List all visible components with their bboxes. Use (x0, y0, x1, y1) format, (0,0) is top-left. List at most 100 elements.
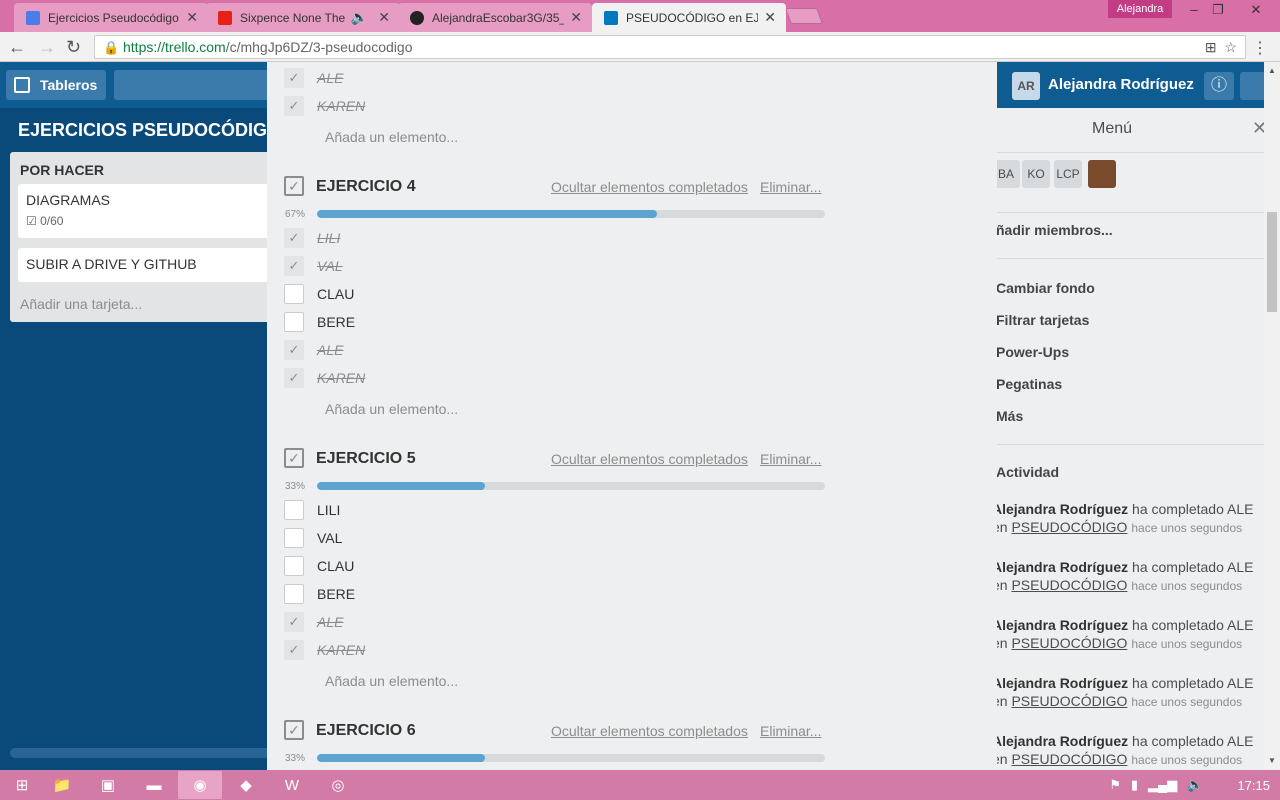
terminal-icon[interactable]: ▬ (132, 771, 176, 799)
flag-icon[interactable]: ⚑ (1109, 777, 1121, 793)
windows-start-icon[interactable]: ⊞ (0, 771, 44, 799)
delete-checklist-link[interactable]: Eliminar... (760, 451, 821, 467)
activity-user[interactable]: Alejandra Rodríguez (992, 501, 1128, 517)
member-photo-avatar[interactable] (1088, 160, 1116, 188)
activity-user[interactable]: Alejandra Rodríguez (992, 675, 1128, 691)
url-field[interactable]: 🔒 https://trello.com/c/mhgJp6DZ/3-pseudo… (94, 35, 1246, 59)
member-avatar[interactable]: LCP (1054, 160, 1082, 188)
add-card-button[interactable]: Añadir una tarjeta... (20, 296, 142, 312)
browser-tab-trello[interactable]: PSEUDOCÓDIGO en EJE ✕ (592, 3, 786, 32)
checkbox-icon[interactable] (284, 500, 304, 520)
list-title[interactable]: POR HACER (20, 162, 104, 178)
checkbox-checked-icon[interactable]: ✓ (284, 68, 304, 88)
checklist-item[interactable]: ✓ ALE (284, 68, 343, 88)
checklist-item[interactable]: ✓ LILI (284, 228, 340, 248)
new-tab-button[interactable] (785, 8, 823, 24)
add-members-button[interactable]: ñadir miembros... (996, 222, 1113, 238)
checkbox-icon[interactable] (284, 284, 304, 304)
search-input[interactable] (114, 70, 274, 100)
card-diagramas[interactable]: DIAGRAMAS ☑ 0/60 (18, 184, 280, 238)
speaker-icon[interactable]: 🔈 (351, 9, 368, 26)
checklist-item[interactable]: BERE (284, 312, 355, 332)
translate-icon[interactable]: ⊞ (1205, 39, 1217, 55)
menu-item-more[interactable]: Más (996, 408, 1023, 424)
volume-icon[interactable]: 🔈 (1187, 777, 1203, 793)
checklist-item[interactable]: VAL (284, 528, 342, 548)
page-scrollbar[interactable]: ▲ ▼ (1264, 62, 1280, 770)
file-explorer-icon[interactable]: 📁 (40, 771, 84, 799)
card-subir[interactable]: SUBIR A DRIVE Y GITHUB (18, 248, 280, 282)
delete-checklist-link[interactable]: Eliminar... (760, 179, 821, 195)
user-name[interactable]: Alejandra Rodríguez (1048, 76, 1194, 93)
add-item-button[interactable]: Añada un elemento... (325, 673, 458, 689)
hide-completed-link[interactable]: Ocultar elementos completados (551, 451, 748, 467)
close-tab-icon[interactable]: ✕ (764, 9, 776, 26)
network-icon[interactable]: ▂▄▆ (1148, 777, 1177, 793)
add-item-button[interactable]: Añada un elemento... (325, 401, 458, 417)
checkbox-checked-icon[interactable]: ✓ (284, 368, 304, 388)
activity-user[interactable]: Alejandra Rodríguez (992, 733, 1128, 749)
checkbox-checked-icon[interactable]: ✓ (284, 228, 304, 248)
checkbox-icon[interactable] (284, 312, 304, 332)
checklist-item[interactable]: ✓ KAREN (284, 96, 365, 116)
checklist-item[interactable]: ✓ KAREN (284, 368, 365, 388)
activity-card-link[interactable]: PSEUDOCÓDIGO (1011, 751, 1127, 767)
member-avatar[interactable]: KO (1022, 160, 1050, 188)
checkbox-checked-icon[interactable]: ✓ (284, 640, 304, 660)
checklist-item[interactable]: LILI (284, 500, 340, 520)
word-icon[interactable]: W (270, 771, 314, 799)
hide-completed-link[interactable]: Ocultar elementos completados (551, 723, 748, 739)
checkbox-icon[interactable] (284, 556, 304, 576)
checklist-title[interactable]: EJERCICIO 5 (316, 450, 416, 468)
star-icon[interactable]: ☆ (1224, 39, 1237, 55)
scroll-up-icon[interactable]: ▲ (1268, 66, 1276, 75)
checklist-item[interactable]: CLAU (284, 284, 354, 304)
browser-tab-github[interactable]: AlejandraEscobar3G/35_ ✕ (398, 3, 592, 32)
menu-item-stickers[interactable]: Pegatinas (996, 376, 1062, 392)
checklist-title[interactable]: EJERCICIO 6 (316, 722, 416, 740)
menu-item-change-background[interactable]: Cambiar fondo (996, 280, 1095, 296)
activity-card-link[interactable]: PSEUDOCÓDIGO (1011, 693, 1127, 709)
checkbox-checked-icon[interactable]: ✓ (284, 340, 304, 360)
close-tab-icon[interactable]: ✕ (570, 9, 582, 26)
menu-item-filter-cards[interactable]: Filtrar tarjetas (996, 312, 1089, 328)
checkbox-checked-icon[interactable]: ✓ (284, 256, 304, 276)
close-window-icon[interactable]: ✕ (1244, 0, 1268, 20)
avatar[interactable]: AR (1012, 72, 1040, 100)
browser-tab-youtube[interactable]: Sixpence None The R 🔈 ✕ (206, 3, 400, 32)
close-tab-icon[interactable]: ✕ (186, 9, 198, 26)
browser-tab-docs[interactable]: Ejercicios Pseudocódigo ✕ (14, 3, 208, 32)
profile-chip[interactable]: Alejandra (1108, 0, 1172, 18)
boards-button[interactable]: Tableros (6, 70, 106, 100)
restore-icon[interactable]: ❐ (1208, 0, 1228, 20)
activity-card-link[interactable]: PSEUDOCÓDIGO (1011, 519, 1127, 535)
app-icon[interactable]: ◆ (224, 771, 268, 799)
app-icon[interactable]: ◎ (316, 771, 360, 799)
delete-checklist-link[interactable]: Eliminar... (760, 723, 821, 739)
checklist-item[interactable]: ✓ VAL (284, 256, 343, 276)
checkbox-icon[interactable] (284, 528, 304, 548)
board-scrollbar[interactable] (10, 748, 270, 758)
menu-item-power-ups[interactable]: Power-Ups (996, 344, 1069, 360)
activity-user[interactable]: Alejandra Rodríguez (992, 617, 1128, 633)
board-title[interactable]: EJERCICIOS PSEUDOCÓDIGO (18, 120, 281, 141)
checklist-item[interactable]: ✓ ALE (284, 340, 343, 360)
scrollbar-thumb[interactable] (1267, 212, 1277, 312)
hide-completed-link[interactable]: Ocultar elementos completados (551, 179, 748, 195)
checklist-item[interactable]: ✓ KAREN (284, 640, 365, 660)
battery-icon[interactable]: ▮ (1131, 777, 1138, 793)
chrome-icon[interactable]: ◉ (178, 771, 222, 799)
add-item-button[interactable]: Añada un elemento... (325, 129, 458, 145)
info-icon[interactable]: ⓘ (1204, 72, 1234, 100)
activity-card-link[interactable]: PSEUDOCÓDIGO (1011, 577, 1127, 593)
activity-user[interactable]: Alejandra Rodríguez (992, 559, 1128, 575)
clock[interactable]: 17:15 (1237, 778, 1270, 793)
scroll-down-icon[interactable]: ▼ (1268, 756, 1276, 765)
checkbox-checked-icon[interactable]: ✓ (284, 96, 304, 116)
checklist-item[interactable]: CLAU (284, 556, 354, 576)
minimize-icon[interactable]: – (1184, 0, 1204, 20)
checkbox-checked-icon[interactable]: ✓ (284, 612, 304, 632)
close-tab-icon[interactable]: ✕ (378, 9, 390, 26)
forward-icon[interactable]: → (38, 37, 56, 58)
reload-icon[interactable]: ↻ (66, 37, 81, 58)
